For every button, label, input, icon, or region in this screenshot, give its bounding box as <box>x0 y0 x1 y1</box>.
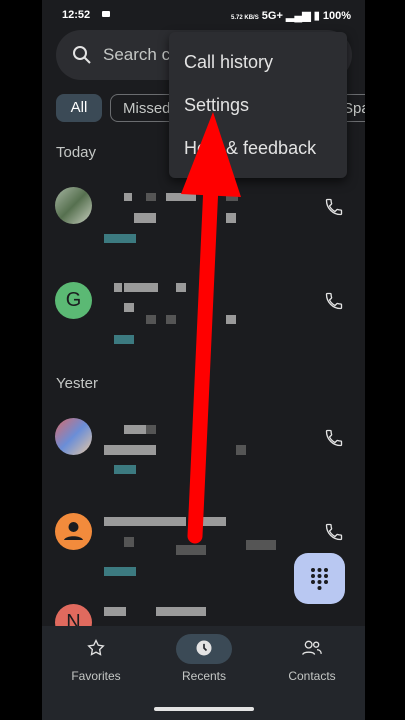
blurred-text <box>124 303 134 312</box>
phone-icon[interactable] <box>324 197 344 217</box>
status-bar: 12:52 5.72 KB/S 5G+ ▂▄▆ ▮ 100% <box>42 0 365 30</box>
contact-avatar <box>55 418 92 455</box>
blurred-text <box>176 545 206 555</box>
blurred-text <box>134 213 156 223</box>
battery-icon: ▮ <box>313 10 320 22</box>
blurred-text <box>104 445 156 455</box>
blurred-text <box>146 425 156 434</box>
network-speed: 5.72 KB/S <box>231 15 259 21</box>
blurred-text <box>176 283 186 292</box>
blurred-text <box>124 537 134 547</box>
nav-recents[interactable]: Recents <box>154 638 254 683</box>
star-icon <box>87 638 105 656</box>
blurred-text <box>124 425 146 434</box>
phone-icon[interactable] <box>324 291 344 311</box>
nav-recents-label: Recents <box>181 669 227 683</box>
blurred-text <box>166 193 196 201</box>
blurred-text <box>226 193 238 201</box>
status-icons: 5.72 KB/S 5G+ ▂▄▆ ▮ 100% <box>231 9 351 22</box>
phone-icon[interactable] <box>324 522 344 542</box>
blurred-call-info <box>114 465 136 474</box>
people-icon <box>302 640 322 655</box>
nav-contacts-label: Contacts <box>288 669 336 683</box>
contact-avatar <box>55 187 92 224</box>
dialpad-fab[interactable] <box>294 553 345 604</box>
nav-favorites-label: Favorites <box>71 669 121 683</box>
network-type: 5G+ <box>261 10 283 22</box>
search-icon <box>73 46 91 64</box>
blurred-text <box>156 607 206 616</box>
blurred-text <box>196 517 226 526</box>
blurred-call-info <box>114 335 134 344</box>
clock-icon <box>196 640 212 656</box>
blurred-text <box>226 315 236 324</box>
bottom-navigation: Favorites Recents Contacts <box>42 626 365 720</box>
section-yesterday: Yester <box>56 375 98 392</box>
blurred-text <box>124 283 158 292</box>
blurred-call-info <box>104 234 136 243</box>
nav-contacts[interactable]: Contacts <box>262 638 362 683</box>
contact-avatar <box>55 513 92 550</box>
blurred-text <box>124 193 132 201</box>
video-camera-icon <box>102 11 110 17</box>
contact-avatar: G <box>55 282 92 319</box>
search-placeholder: Search c <box>103 45 171 64</box>
person-icon <box>64 522 83 540</box>
phone-screen: 12:52 5.72 KB/S 5G+ ▂▄▆ ▮ 100% Search c … <box>42 0 365 720</box>
phone-icon[interactable] <box>324 428 344 448</box>
menu-item-settings[interactable]: Settings <box>184 95 249 116</box>
dialpad-icon <box>311 568 328 590</box>
blurred-text <box>104 607 126 616</box>
blurred-text <box>146 193 156 201</box>
blurred-text <box>166 315 176 324</box>
blurred-call-info <box>104 567 136 576</box>
blurred-text <box>236 445 246 455</box>
battery-percent: 100% <box>322 10 351 22</box>
menu-item-help-feedback[interactable]: Help & feedback <box>184 138 316 159</box>
nav-favorites[interactable]: Favorites <box>46 638 146 683</box>
signal-icon: ▂▄▆ <box>285 10 311 22</box>
overflow-menu: Call history Settings Help & feedback <box>169 32 347 178</box>
blurred-text <box>246 540 276 550</box>
section-today: Today <box>56 144 97 161</box>
status-time: 12:52 <box>62 9 91 21</box>
blurred-text <box>226 213 236 223</box>
blurred-text <box>146 315 156 324</box>
menu-item-call-history[interactable]: Call history <box>184 52 273 73</box>
filter-all[interactable]: All <box>56 94 102 122</box>
blurred-text <box>114 283 122 292</box>
blurred-text <box>104 517 186 526</box>
home-indicator <box>154 707 254 711</box>
